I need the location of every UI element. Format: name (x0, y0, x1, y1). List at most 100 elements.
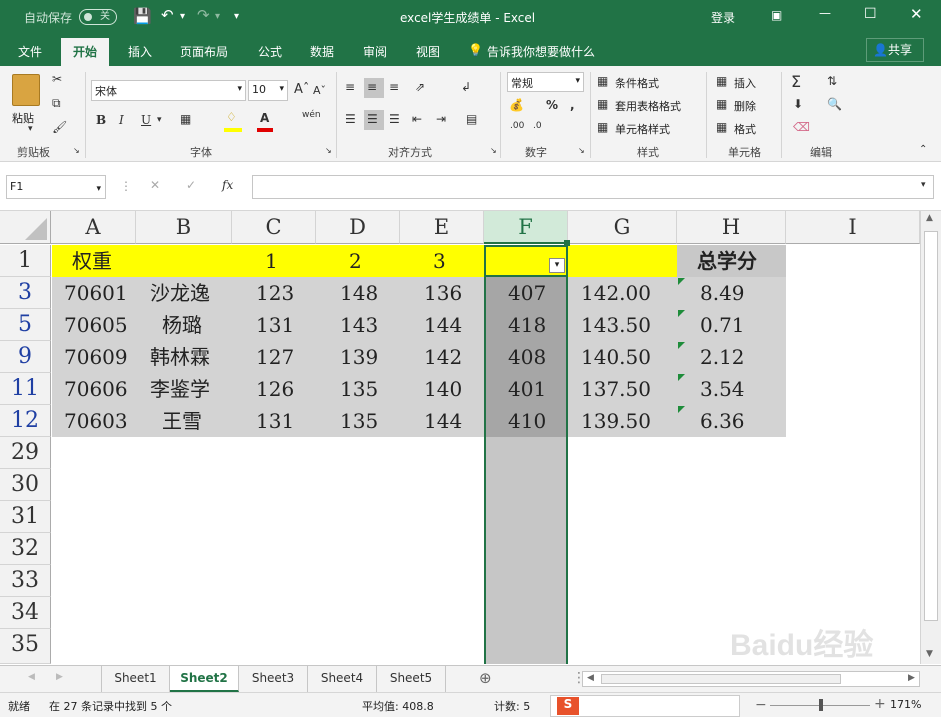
align-left-icon[interactable]: ☰ (345, 112, 356, 126)
decrease-decimal-icon[interactable]: .0 (533, 121, 542, 131)
underline-button[interactable]: U (141, 113, 151, 127)
wrap-text-icon[interactable]: ↲ (461, 80, 471, 94)
row-header[interactable]: 31 (0, 501, 51, 533)
cell-b[interactable]: 李鉴学 (150, 373, 210, 405)
scroll-left-icon[interactable]: ◀ (587, 673, 594, 683)
cell-c[interactable]: 123 (256, 277, 294, 309)
cell-f[interactable]: 410 (508, 405, 546, 437)
clipboard-icon[interactable] (12, 74, 40, 106)
row-header[interactable]: 32 (0, 533, 51, 565)
cell-g[interactable]: 137.50 (581, 373, 651, 405)
column-header-g[interactable]: G (568, 211, 677, 244)
phonetic-icon[interactable]: wén (302, 110, 321, 120)
login-link[interactable]: 登录 (711, 9, 735, 26)
column-header-d[interactable]: D (316, 211, 400, 244)
autosum-icon[interactable]: Σ (791, 72, 801, 91)
maximize-icon[interactable]: ☐ (864, 6, 877, 22)
cell-g[interactable]: 140.50 (581, 341, 651, 373)
cell-f[interactable]: 408 (508, 341, 546, 373)
conditional-format-button[interactable]: 条件格式 (615, 75, 659, 91)
cell-d[interactable]: 139 (340, 341, 378, 373)
scroll-thumb[interactable] (601, 674, 841, 684)
row-header[interactable]: 11 (0, 373, 51, 405)
tab-home[interactable]: 开始 (61, 38, 110, 66)
scroll-right-icon[interactable]: ▶ (908, 673, 915, 683)
formula-input[interactable] (252, 175, 934, 199)
row-header[interactable]: 3 (0, 277, 51, 309)
copy-icon[interactable]: ⧉ (52, 96, 61, 111)
paste-dropdown-icon[interactable]: ▾ (28, 124, 33, 134)
cell-b[interactable]: 王雪 (162, 405, 202, 437)
column-header-h[interactable]: H (677, 211, 786, 244)
cell-d[interactable]: 148 (340, 277, 378, 309)
select-all-button[interactable] (0, 211, 51, 244)
alignment-launcher-icon[interactable]: ↘ (490, 146, 497, 155)
column-header-b[interactable]: B (136, 211, 232, 244)
format-cells-button[interactable]: 格式 (734, 121, 756, 137)
cell-e1[interactable]: 3 (433, 245, 446, 277)
cell-a[interactable]: 70605 (64, 309, 128, 341)
ime-toolbar[interactable]: S (550, 695, 740, 717)
format-painter-icon[interactable]: 🖌 (52, 120, 67, 134)
column-header-a[interactable]: A (51, 211, 136, 244)
error-indicator-icon[interactable] (678, 342, 685, 349)
fill-handle[interactable] (564, 240, 570, 246)
tab-data[interactable]: 数据 (310, 43, 334, 60)
cell-a1[interactable]: 权重 (72, 245, 112, 277)
row-header[interactable]: 33 (0, 565, 51, 597)
row-header[interactable]: 34 (0, 597, 51, 629)
redo-dropdown-icon[interactable]: ▾ (215, 11, 220, 22)
delete-cells-button[interactable]: 删除 (734, 98, 756, 114)
tab-page-layout[interactable]: 页面布局 (180, 43, 228, 60)
tab-formulas[interactable]: 公式 (258, 43, 282, 60)
clear-icon[interactable]: ⌫ (793, 120, 810, 134)
row-header[interactable]: 1 (0, 245, 51, 277)
collapse-ribbon-icon[interactable]: ⌃ (919, 144, 927, 155)
align-top-icon[interactable]: ≡ (345, 80, 355, 94)
cell-c[interactable]: 131 (256, 309, 294, 341)
autosave-toggle[interactable]: 关 (79, 9, 117, 25)
cell-h1[interactable]: 总学分 (697, 245, 757, 277)
sogou-icon[interactable]: S (557, 697, 579, 715)
error-indicator-icon[interactable] (678, 374, 685, 381)
tab-file[interactable]: 文件 (18, 43, 42, 60)
expand-formula-icon[interactable]: ▾ (921, 180, 926, 190)
sheet-tab-sheet3[interactable]: Sheet3 (239, 666, 308, 692)
row-header[interactable]: 30 (0, 469, 51, 501)
row-header[interactable]: 29 (0, 437, 51, 469)
number-launcher-icon[interactable]: ↘ (578, 146, 585, 155)
cell-h[interactable]: 8.49 (700, 277, 745, 309)
decrease-font-icon[interactable]: Aˇ (313, 84, 326, 97)
cell-e[interactable]: 144 (424, 405, 462, 437)
align-bottom-icon[interactable]: ≡ (389, 80, 399, 94)
decrease-indent-icon[interactable]: ⇤ (412, 112, 422, 126)
tell-me-search[interactable]: 告诉我你想要做什么 (487, 43, 595, 60)
row-header[interactable]: 35 (0, 629, 51, 664)
cell-d[interactable]: 135 (340, 405, 378, 437)
cell-a[interactable]: 70601 (64, 277, 128, 309)
format-as-table-button[interactable]: 套用表格格式 (615, 98, 681, 114)
cell-styles-button[interactable]: 单元格样式 (615, 121, 670, 137)
align-right-icon[interactable]: ☰ (389, 112, 400, 126)
font-color-icon[interactable]: A (260, 111, 269, 125)
sort-filter-icon[interactable]: ⇅ (827, 74, 837, 88)
row-header[interactable]: 12 (0, 405, 51, 437)
minimize-icon[interactable]: — (819, 6, 831, 20)
cell-a[interactable]: 70603 (64, 405, 128, 437)
column-header-c[interactable]: C (232, 211, 316, 244)
number-format-combo[interactable]: 常规 ▾ (507, 72, 584, 92)
undo-dropdown-icon[interactable]: ▾ (180, 11, 185, 22)
cell-c[interactable]: 126 (256, 373, 294, 405)
comma-style-icon[interactable]: , (570, 98, 575, 112)
column-header-f[interactable]: F (484, 211, 568, 244)
increase-decimal-icon[interactable]: .00 (510, 121, 524, 131)
zoom-out-icon[interactable]: − (755, 697, 767, 713)
merge-center-icon[interactable]: ▤ (466, 112, 477, 126)
close-icon[interactable]: ✕ (910, 5, 923, 23)
row-header[interactable]: 9 (0, 341, 51, 373)
cell-g[interactable]: 139.50 (581, 405, 651, 437)
font-name-combo[interactable]: 宋体 ▾ (91, 80, 246, 101)
cell-e[interactable]: 140 (424, 373, 462, 405)
error-indicator-icon[interactable] (678, 310, 685, 317)
percent-icon[interactable]: % (546, 98, 558, 112)
